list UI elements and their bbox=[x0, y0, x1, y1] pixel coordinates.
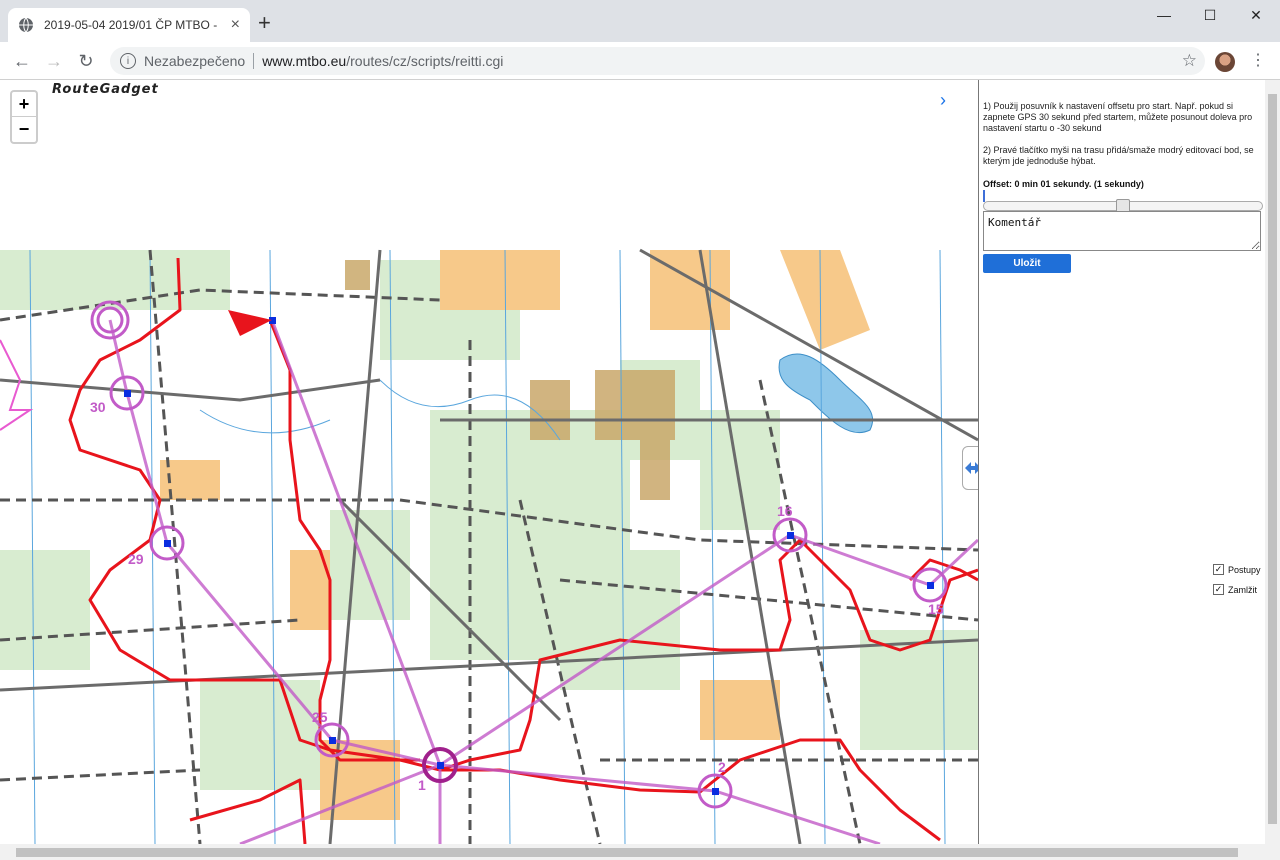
security-label: Nezabezpečeno bbox=[144, 53, 246, 69]
tab-title: 2019-05-04 2019/01 ČP MTBO - bbox=[44, 18, 218, 32]
control-label-16: 16 bbox=[777, 503, 793, 519]
save-button[interactable]: Uložit bbox=[983, 254, 1071, 273]
lock-checkbox-row[interactable]: ✓ Zamlžit bbox=[1213, 584, 1257, 595]
control-label-1: 1 bbox=[418, 777, 426, 793]
offset-slider-marker bbox=[983, 190, 985, 202]
lock-checkbox[interactable]: ✓ bbox=[1213, 584, 1224, 595]
reload-button[interactable]: ↻ bbox=[74, 49, 98, 73]
control-label-25: 25 bbox=[312, 709, 328, 725]
zoom-in-button[interactable]: + bbox=[12, 92, 36, 117]
bookmark-star-icon[interactable]: ☆ bbox=[1182, 51, 1197, 71]
close-window-button[interactable]: ✕ bbox=[1233, 0, 1279, 30]
url-host: www.mtbo.eu bbox=[262, 53, 347, 69]
instructions: 1) Použij posuvník k nastavení offsetu p… bbox=[983, 101, 1265, 178]
maximize-button[interactable]: ☐ bbox=[1187, 0, 1233, 30]
instruction-2: 2) Pravé tlačítko myši na trasu přidá/sm… bbox=[983, 145, 1254, 166]
back-button[interactable]: ← bbox=[10, 49, 34, 73]
legs-checkbox[interactable]: ✓ bbox=[1213, 564, 1224, 575]
tab-close-icon[interactable]: × bbox=[231, 16, 240, 34]
zoom-out-button[interactable]: − bbox=[12, 117, 36, 142]
control-label-30: 30 bbox=[90, 399, 106, 415]
map-viewport[interactable]: 30 29 25 16 15 2 1 RouteGadget + − › bbox=[0, 80, 978, 844]
zoom-control: + − bbox=[10, 90, 38, 144]
minimize-button[interactable]: — bbox=[1141, 0, 1187, 30]
browser-toolbar: ← → ↻ i Nezabezpečeno www.mtbo.eu /route… bbox=[0, 42, 1280, 80]
forward-button[interactable]: → bbox=[42, 49, 66, 73]
legs-checkbox-row[interactable]: ✓ Postupy bbox=[1213, 564, 1261, 575]
control-label-2: 2 bbox=[718, 759, 726, 775]
lock-checkbox-label: Zamlžit bbox=[1228, 584, 1257, 595]
vertical-scrollbar[interactable] bbox=[1265, 80, 1280, 844]
routegadget-logo: RouteGadget bbox=[52, 82, 159, 97]
browser-tabbar: 2019-05-04 2019/01 ČP MTBO - × + — ☐ ✕ bbox=[0, 0, 1280, 42]
offset-label: Offset: 0 min 01 sekundy. (1 sekundy) bbox=[983, 179, 1144, 189]
horizontal-scroll-thumb[interactable] bbox=[16, 848, 1238, 857]
legs-checkbox-label: Postupy bbox=[1228, 564, 1261, 575]
globe-icon bbox=[19, 17, 33, 33]
comment-input[interactable]: Komentář bbox=[983, 211, 1261, 251]
control-label-29: 29 bbox=[128, 551, 144, 567]
edit-panel: 1) Použij posuvník k nastavení offsetu p… bbox=[978, 80, 1280, 844]
control-label-15: 15 bbox=[928, 601, 944, 617]
url-path: /routes/cz/scripts/reitti.cgi bbox=[346, 53, 504, 69]
browser-menu-icon[interactable]: ⋮ bbox=[1250, 50, 1266, 70]
vertical-scroll-thumb[interactable] bbox=[1268, 94, 1277, 824]
profile-avatar[interactable] bbox=[1215, 52, 1235, 72]
omnibox-separator bbox=[253, 53, 255, 69]
orienteering-map[interactable]: 30 29 25 16 15 2 1 bbox=[0, 80, 978, 844]
instruction-1: 1) Použij posuvník k nastavení offsetu p… bbox=[983, 101, 1253, 133]
info-icon[interactable]: i bbox=[120, 53, 136, 69]
browser-tab[interactable]: 2019-05-04 2019/01 ČP MTBO - × bbox=[8, 8, 250, 42]
address-bar[interactable]: i Nezabezpečeno www.mtbo.eu /routes/cz/s… bbox=[110, 47, 1205, 75]
horizontal-scrollbar[interactable] bbox=[0, 844, 1280, 860]
new-tab-button[interactable]: + bbox=[258, 12, 271, 34]
chevron-right-icon[interactable]: › bbox=[940, 90, 946, 111]
